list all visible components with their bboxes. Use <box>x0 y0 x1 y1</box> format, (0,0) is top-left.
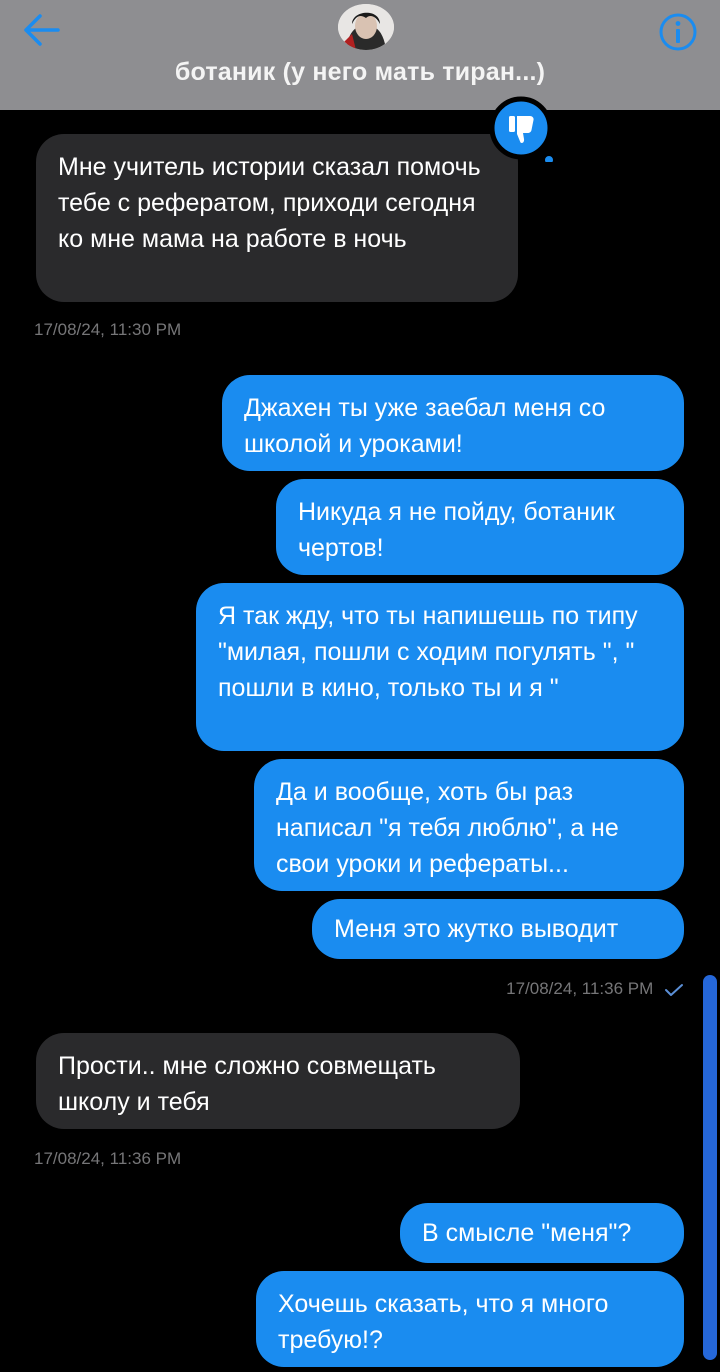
message-text: Хочешь сказать, что я много требую!? <box>278 1290 609 1354</box>
info-icon[interactable] <box>658 12 698 52</box>
scrollbar[interactable] <box>703 975 717 1360</box>
timestamp-text: 17/08/24, 11:36 PM <box>506 979 654 998</box>
message-text: Да и вообще, хоть бы раз написал "я тебя… <box>276 778 619 878</box>
thumbs-down-icon[interactable] <box>488 96 554 162</box>
message-text: Меня это жутко выводит <box>334 915 619 943</box>
message-bubble-outgoing[interactable]: Джахен ты уже заебал меня со школой и ур… <box>222 375 684 471</box>
timestamp: 17/08/24, 11:36 PM <box>506 979 684 999</box>
message-text: Джахен ты уже заебал меня со школой и ур… <box>244 394 606 458</box>
message-bubble-outgoing[interactable]: Хочешь сказать, что я много требую!? <box>256 1271 684 1367</box>
arrow-left-icon[interactable] <box>20 10 64 50</box>
message-bubble-outgoing[interactable]: Меня это жутко выводит <box>312 899 684 959</box>
message-bubble-outgoing[interactable]: Никуда я не пойду, ботаник чертов! <box>276 479 684 575</box>
message-text: Прости.. мне сложно совмещать школу и те… <box>58 1052 436 1116</box>
avatar[interactable] <box>338 4 394 50</box>
message-bubble-outgoing[interactable]: В смысле "меня"? <box>400 1203 684 1263</box>
message-text: В смысле "меня"? <box>422 1219 632 1247</box>
timestamp: 17/08/24, 11:36 PM <box>34 1149 182 1168</box>
message-bubble-incoming[interactable]: Прости.. мне сложно совмещать школу и те… <box>36 1033 520 1129</box>
message-bubble-outgoing[interactable]: Я так жду, что ты напишешь по типу "мила… <box>196 583 684 751</box>
message-text: Никуда я не пойду, ботаник чертов! <box>298 498 615 562</box>
check-icon <box>665 983 683 996</box>
timestamp: 17/08/24, 11:30 PM <box>34 320 182 339</box>
chat-title: ботаник (у него мать тиран...) <box>174 58 546 86</box>
message-bubble-incoming[interactable]: Мне учитель истории сказал помочь тебе с… <box>36 134 518 302</box>
message-bubble-outgoing[interactable]: Да и вообще, хоть бы раз написал "я тебя… <box>254 759 684 891</box>
message-text: Я так жду, что ты напишешь по типу "мила… <box>218 602 638 702</box>
message-text: Мне учитель истории сказал помочь тебе с… <box>58 153 481 253</box>
chat-header: ботаник (у него мать тиран...) <box>0 0 720 110</box>
